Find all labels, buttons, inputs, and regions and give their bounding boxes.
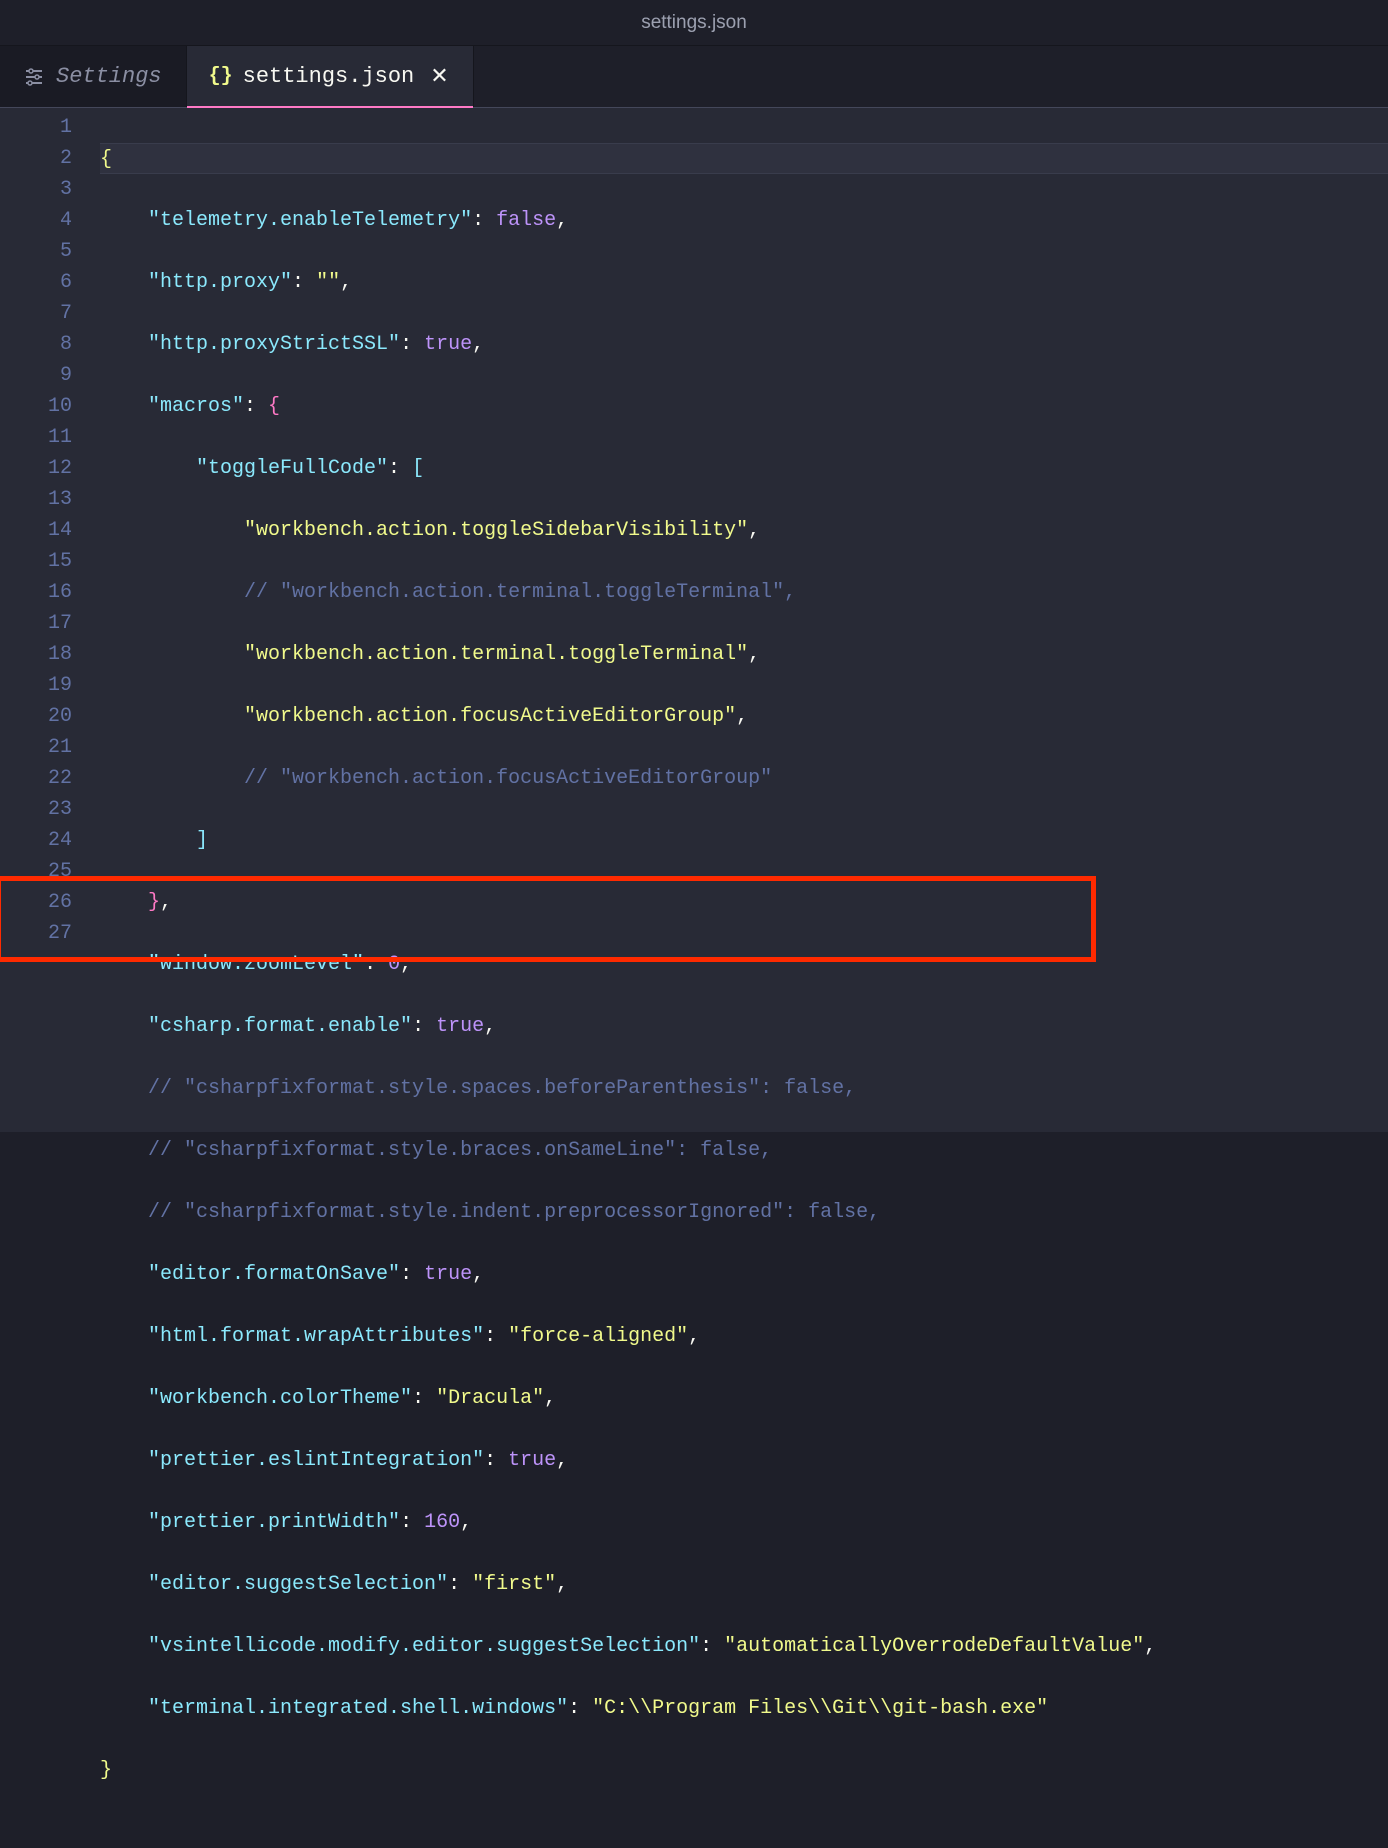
line-number: 11 [0, 422, 72, 453]
code-line: "terminal.integrated.shell.windows": "C:… [100, 1693, 1388, 1724]
code-line: "html.format.wrapAttributes": "force-ali… [100, 1321, 1388, 1352]
line-number: 9 [0, 360, 72, 391]
line-number: 18 [0, 639, 72, 670]
code-line: "telemetry.enableTelemetry": false, [100, 205, 1388, 236]
code-line: "workbench.action.terminal.toggleTermina… [100, 639, 1388, 670]
line-number: 12 [0, 453, 72, 484]
tab-settings-label: Settings [56, 64, 162, 89]
code-line: // "workbench.action.focusActiveEditorGr… [100, 763, 1388, 794]
line-number: 22 [0, 763, 72, 794]
line-number: 5 [0, 236, 72, 267]
line-number: 20 [0, 701, 72, 732]
tab-settings[interactable]: Settings [0, 46, 187, 107]
line-number: 23 [0, 794, 72, 825]
code-line: "macros": { [100, 391, 1388, 422]
settings-lines-icon [24, 67, 44, 87]
close-icon[interactable]: ✕ [426, 62, 452, 92]
code-line: "toggleFullCode": [ [100, 453, 1388, 484]
line-number-gutter: 1 2 3 4 5 6 7 8 9 10 11 12 13 14 15 16 1… [0, 108, 100, 1132]
code-line: "vsintellicode.modify.editor.suggestSele… [100, 1631, 1388, 1662]
code-line: "editor.formatOnSave": true, [100, 1259, 1388, 1290]
line-number: 14 [0, 515, 72, 546]
title-bar: settings.json [0, 0, 1388, 46]
line-number: 27 [0, 918, 72, 949]
line-number: 24 [0, 825, 72, 856]
code-content[interactable]: { "telemetry.enableTelemetry": false, "h… [100, 108, 1388, 1132]
code-line: // "csharpfixformat.style.spaces.beforeP… [100, 1073, 1388, 1104]
tabs-bar: Settings {} settings.json ✕ [0, 46, 1388, 108]
code-line: "workbench.action.toggleSidebarVisibilit… [100, 515, 1388, 546]
code-line: "prettier.printWidth": 160, [100, 1507, 1388, 1538]
tab-settings-json[interactable]: {} settings.json ✕ [187, 46, 474, 107]
code-line: } [100, 1755, 1388, 1786]
window-title: settings.json [641, 12, 747, 34]
code-editor[interactable]: 1 2 3 4 5 6 7 8 9 10 11 12 13 14 15 16 1… [0, 108, 1388, 1132]
code-line: }, [100, 887, 1388, 918]
code-line: "csharp.format.enable": true, [100, 1011, 1388, 1042]
code-line: "workbench.action.focusActiveEditorGroup… [100, 701, 1388, 732]
code-line: ] [100, 825, 1388, 856]
line-number: 17 [0, 608, 72, 639]
line-number: 6 [0, 267, 72, 298]
code-line: { [100, 143, 1388, 174]
line-number: 16 [0, 577, 72, 608]
line-number: 2 [0, 143, 72, 174]
line-number: 25 [0, 856, 72, 887]
tab-file-label: settings.json [243, 64, 415, 89]
code-line: // "csharpfixformat.style.braces.onSameL… [100, 1135, 1388, 1166]
code-line: "window.zoomLevel": 0, [100, 949, 1388, 980]
line-number: 15 [0, 546, 72, 577]
line-number: 3 [0, 174, 72, 205]
line-number: 10 [0, 391, 72, 422]
line-number: 1 [0, 112, 72, 143]
line-number: 19 [0, 670, 72, 701]
line-number: 8 [0, 329, 72, 360]
line-number: 7 [0, 298, 72, 329]
json-braces-icon: {} [211, 67, 231, 87]
code-line: "workbench.colorTheme": "Dracula", [100, 1383, 1388, 1414]
line-number: 26 [0, 887, 72, 918]
line-number: 21 [0, 732, 72, 763]
code-line: "prettier.eslintIntegration": true, [100, 1445, 1388, 1476]
code-line: // "csharpfixformat.style.indent.preproc… [100, 1197, 1388, 1228]
code-line: "http.proxy": "", [100, 267, 1388, 298]
code-line: "http.proxyStrictSSL": true, [100, 329, 1388, 360]
code-line: "editor.suggestSelection": "first", [100, 1569, 1388, 1600]
line-number: 4 [0, 205, 72, 236]
line-number: 13 [0, 484, 72, 515]
code-line: // "workbench.action.terminal.toggleTerm… [100, 577, 1388, 608]
